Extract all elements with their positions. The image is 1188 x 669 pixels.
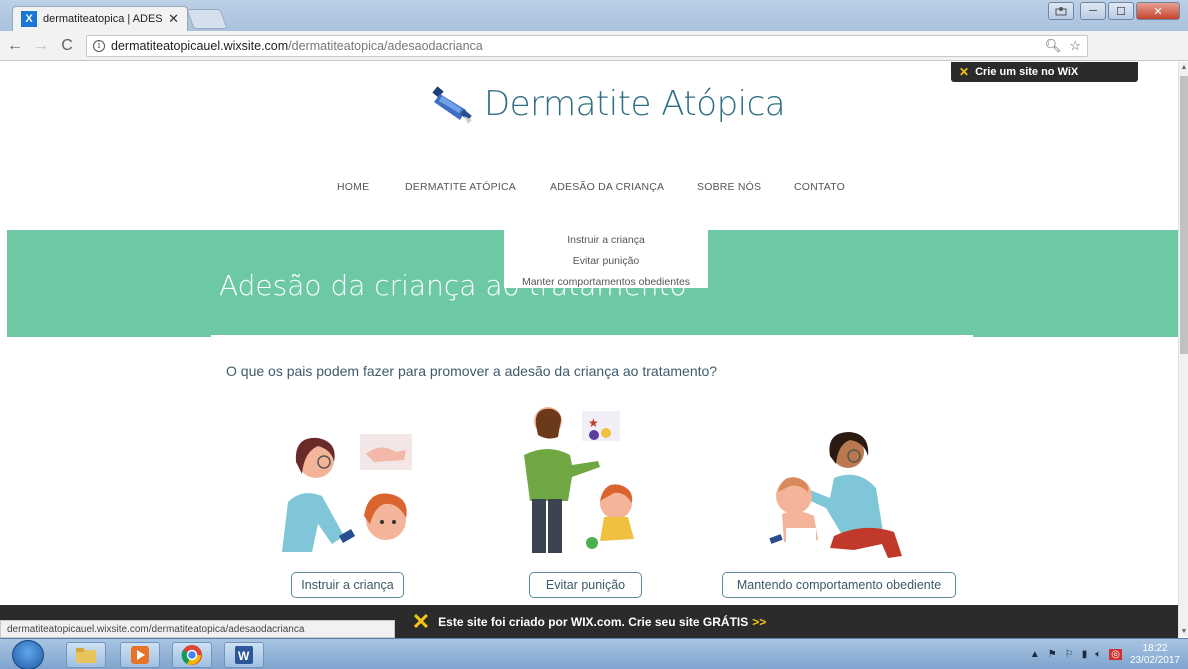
reload-icon[interactable]: C [56,35,78,57]
illustration-mother-baby [764,428,914,563]
scrollbar-thumb[interactable] [1180,76,1188,354]
section-question: O que os pais podem fazer para promover … [226,363,718,379]
address-bar[interactable]: i dermatiteatopicauel.wixsite.com/dermat… [86,35,1088,57]
system-tray: ▲ ⚑ ⚐ ▮ 🔈︎ ◎ 18:22 23/02/2017 [1030,639,1188,669]
dropdown-item-evitar-punicao[interactable]: Evitar punição [504,251,708,272]
omnibox-actions: 🔍︎ ☆ [1045,38,1081,54]
taskbar-clock[interactable]: 18:22 23/02/2017 [1130,643,1180,667]
nav-home[interactable]: HOME [337,181,369,193]
tray-expand-icon[interactable]: ▲ [1030,649,1040,660]
url-host: dermatiteatopicauel.wixsite.com [111,39,289,53]
page-scrollbar[interactable]: ▲ ▼ [1178,62,1188,637]
media-player-icon[interactable] [120,642,160,668]
scroll-down-icon[interactable]: ▼ [1180,628,1188,635]
tray-app-icon[interactable]: ◎ [1109,649,1122,660]
browser-titlebar: X dermatiteatopica | ADES ✕ ─ ☐ ✕ [0,0,1188,31]
clock-time: 18:22 [1142,642,1168,654]
tray-signal-icon[interactable]: ▮ [1082,649,1088,660]
bookmark-star-icon[interactable]: ☆ [1069,38,1081,54]
page-viewport: ✕ Crie um site no WiX Dermatite Atópica … [0,62,1178,605]
clock-date: 23/02/2017 [1129,654,1180,666]
screen: X dermatiteatopica | ADES ✕ ─ ☐ ✕ ← → C … [0,0,1188,669]
browser-toolbar: ← → C i dermatiteatopicauel.wixsite.com/… [0,31,1188,80]
tray-flag-icon[interactable]: ⚐ [1065,649,1074,660]
window-controls: ─ ☐ ✕ [1048,2,1180,20]
browser-tab[interactable]: X dermatiteatopica | ADES ✕ [12,6,188,31]
url-path: /dermatiteatopica/adesaodacrianca [288,39,483,53]
maximize-button[interactable]: ☐ [1108,2,1134,20]
info-icon[interactable]: i [93,40,105,52]
wix-top-text: Crie um site no WiX [975,66,1079,78]
tray-network-icon[interactable]: ⚑ [1048,649,1057,660]
dropdown-item-manter-comportamentos[interactable]: Manter comportamentos obedientes [504,272,708,293]
chrome-taskbar-icon[interactable] [172,642,212,668]
site-logo[interactable]: Dermatite Atópica [428,84,786,124]
windows-taskbar: W ▲ ⚑ ⚐ ▮ 🔈︎ ◎ 18:22 23/02/2017 [0,638,1188,669]
wix-top-banner[interactable]: ✕ Crie um site no WiX [951,62,1138,82]
tray-volume-icon[interactable]: 🔈︎ [1095,649,1101,660]
nav-contato[interactable]: CONTATO [794,181,845,193]
card-button-evitar-punicao[interactable]: Evitar punição [529,572,642,598]
svg-text:W: W [238,649,250,663]
ointment-tube-icon [428,84,476,124]
status-bar-url: dermatiteatopicauel.wixsite.com/dermatit… [0,620,395,638]
tab-title: dermatiteatopica | ADES [43,13,163,25]
nav-sobre-nos[interactable]: SOBRE NÓS [697,181,761,193]
start-button[interactable] [12,640,44,669]
illustration-father-child: ★ [508,405,648,560]
wix-bottom-text: Este site foi criado por WIX.com. Crie s… [438,614,749,629]
card-button-instruir[interactable]: Instruir a criança [291,572,404,598]
minimize-button[interactable]: ─ [1080,2,1106,20]
user-profile-icon[interactable] [1048,2,1074,20]
tab-close-icon[interactable]: ✕ [168,11,179,27]
wix-bottom-arrow: >> [752,614,767,629]
illustration-mother-child [278,432,418,557]
main-nav: HOME DERMATITE ATÓPICA ADESÃO DA CRIANÇA… [0,181,1178,197]
dropdown-item-instruir[interactable]: Instruir a criança [504,230,708,251]
close-window-button[interactable]: ✕ [1136,2,1180,20]
card-button-mantendo-comportamento[interactable]: Mantendo comportamento obediente [722,572,956,598]
wix-logo-icon: ✕ [411,608,431,634]
scroll-up-icon[interactable]: ▲ [1180,64,1188,71]
forward-icon[interactable]: → [30,35,52,57]
file-explorer-icon[interactable] [66,642,106,668]
nav-dropdown-menu: Instruir a criança Evitar punição Manter… [504,230,708,288]
new-tab-button[interactable] [186,9,228,29]
svg-text:★: ★ [588,416,599,430]
url-text: dermatiteatopicauel.wixsite.com/dermatit… [111,39,483,53]
wix-favicon-icon: X [21,11,37,27]
site-title: Dermatite Atópica [484,84,786,124]
wix-logo-icon: ✕ [959,65,970,79]
nav-dermatite-atopica[interactable]: DERMATITE ATÓPICA [405,181,516,193]
hero-underline [211,335,973,338]
word-taskbar-icon[interactable]: W [224,642,264,668]
nav-adesao-da-crianca[interactable]: ADESÃO DA CRIANÇA [550,181,664,193]
zoom-icon[interactable]: 🔍︎ [1045,38,1062,54]
back-icon[interactable]: ← [4,35,26,57]
